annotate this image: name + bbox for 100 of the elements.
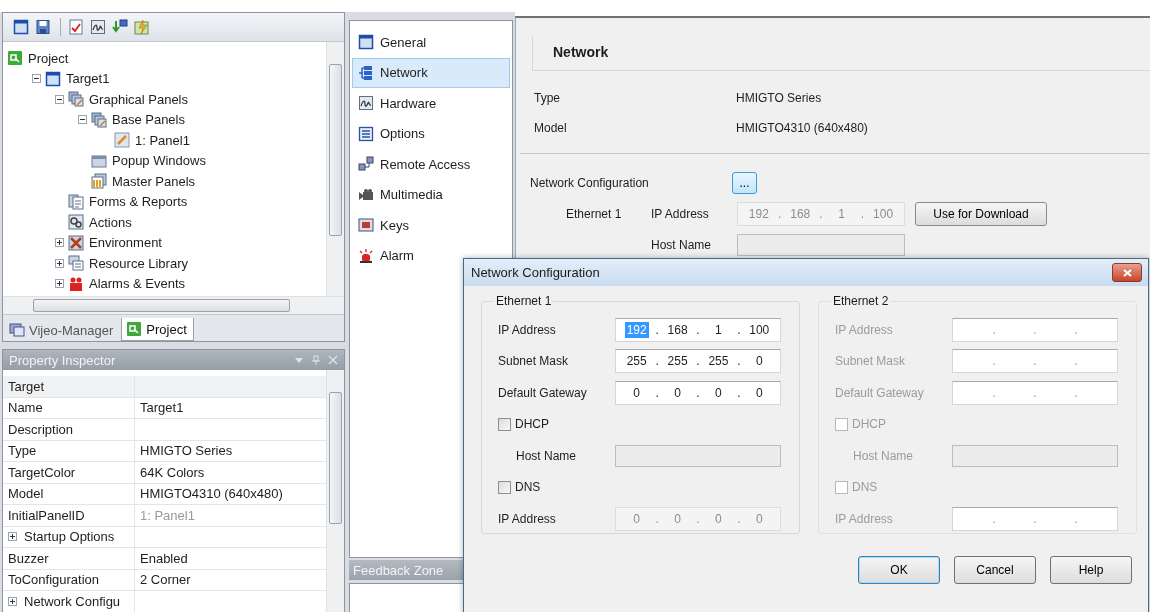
signature-icon[interactable]: [90, 19, 108, 35]
network-icon: [358, 64, 374, 81]
panel-icon: [114, 132, 130, 149]
field-label: Subnet Mask: [498, 354, 570, 369]
field-label: Model: [534, 121, 568, 135]
computer-icon: [9, 322, 25, 338]
property-name: Name: [3, 397, 135, 418]
tree-item[interactable]: Graphical Panels: [87, 91, 188, 107]
nav-item[interactable]: Multimedia: [352, 179, 510, 210]
property-group[interactable]: Startup Options: [23, 529, 115, 545]
expand-icon[interactable]: [54, 279, 64, 289]
field-label: Host Name: [651, 237, 713, 252]
nav-item[interactable]: Network: [352, 57, 510, 88]
scrollbar[interactable]: [326, 370, 344, 612]
group-title: Ethernet 2: [832, 294, 890, 308]
panel-title: Feedback Zone: [353, 562, 444, 578]
people-icon: [68, 275, 84, 292]
ip-address-field[interactable]: 255 . 255 . 255 . 0: [615, 349, 781, 374]
property-name: Buzzer: [3, 548, 135, 569]
property-value: 1: Panel1: [140, 507, 195, 523]
nav-item[interactable]: Remote Access: [352, 149, 510, 179]
checkbox[interactable]: [498, 480, 511, 494]
field-label: Network Configuration: [530, 176, 650, 190]
field-label: Host Name: [515, 448, 578, 463]
field-label: IP Address: [835, 322, 894, 337]
panels-icon: [91, 173, 107, 190]
field-label: Default Gateway: [835, 385, 925, 400]
tree-item[interactable]: Resource Library: [87, 255, 188, 271]
tree-item[interactable]: Target1: [64, 71, 110, 87]
property-name: InitialPanelID: [3, 505, 135, 526]
field-value: HMIGTO4310 (640x480): [736, 121, 868, 135]
tree-item[interactable]: Alarms & Events: [87, 276, 186, 292]
dialog-title: Network Configuration: [471, 265, 600, 280]
expand-icon[interactable]: [54, 238, 64, 248]
dialog-button[interactable]: Help: [1050, 556, 1132, 584]
page-title: Network: [553, 44, 609, 60]
checkbox-label[interactable]: DHCP: [515, 417, 549, 432]
nav-item[interactable]: Hardware: [352, 88, 510, 118]
collapse-icon[interactable]: [54, 94, 64, 104]
property-name: Type: [3, 440, 135, 461]
nav-item[interactable]: Options: [352, 118, 510, 149]
siren-icon: [358, 247, 374, 264]
ip-address-field[interactable]: 192 . 168 . 1 . 100: [615, 317, 781, 342]
category-label: Target: [3, 376, 135, 397]
nav-item[interactable]: Keys: [352, 210, 510, 240]
close-button[interactable]: [1112, 263, 1142, 282]
field-label: Subnet Mask: [835, 354, 907, 369]
panel-tab[interactable]: Vijeo-Manager: [5, 319, 120, 341]
expand-icon[interactable]: [8, 532, 17, 542]
window-icon[interactable]: [13, 19, 31, 35]
field-label: IP Address: [835, 511, 894, 526]
project-icon: [7, 50, 23, 67]
project-icon: [126, 321, 143, 337]
property-name: TargetColor: [3, 462, 135, 483]
expand-icon[interactable]: [8, 596, 17, 606]
download-button[interactable]: Use for Download: [915, 201, 1047, 226]
property-name: Description: [3, 419, 135, 440]
field-label: Default Gateway: [498, 385, 588, 400]
tree-item[interactable]: Environment: [87, 235, 162, 251]
windows-icon: [68, 255, 84, 272]
ip-address-field[interactable]: 0 . 0 . 0 . 0: [615, 380, 781, 405]
property-value: HMIGTO4310 (640x480): [140, 486, 283, 502]
collapse-icon[interactable]: [31, 74, 41, 84]
checkbox[interactable]: [498, 417, 511, 431]
browse-button[interactable]: ...: [732, 172, 757, 194]
checkbox-label[interactable]: DNS: [515, 480, 541, 495]
tree-item[interactable]: Forms & Reports: [87, 194, 188, 210]
field-label: Host Name: [852, 448, 915, 463]
tree-item[interactable]: Actions: [87, 214, 132, 230]
field-label: IP Address: [498, 511, 557, 526]
field-value: HMIGTO Series: [736, 91, 822, 105]
gears-icon: [68, 214, 84, 231]
tree-item[interactable]: 1: Panel1: [133, 132, 190, 148]
dialog-button[interactable]: OK: [858, 556, 940, 584]
dialog-button[interactable]: Cancel: [954, 556, 1036, 584]
scrollbar[interactable]: [3, 296, 344, 314]
panels-icon: [68, 91, 84, 108]
tree-item[interactable]: Popup Windows: [110, 153, 206, 169]
list-icon: [358, 125, 374, 142]
tree-item[interactable]: Master Panels: [110, 173, 196, 189]
nav-item[interactable]: General: [352, 27, 510, 57]
checklist-icon[interactable]: [68, 19, 86, 35]
download-icon[interactable]: [112, 19, 130, 35]
field-label: IP Address: [651, 206, 710, 221]
field-label: IP Address: [498, 322, 557, 337]
collapse-icon[interactable]: [77, 115, 87, 125]
property-group[interactable]: Network Configu: [23, 593, 121, 609]
key-icon: [358, 217, 374, 233]
save-icon[interactable]: [35, 19, 53, 35]
tree-item[interactable]: Base Panels: [110, 112, 185, 128]
panel-tab[interactable]: Project: [121, 318, 194, 341]
tree-item[interactable]: Project: [26, 50, 69, 66]
tools-icon: [68, 234, 84, 251]
field-label: Type: [534, 91, 561, 105]
scrollbar[interactable]: [326, 42, 344, 296]
window-icon: [91, 152, 107, 169]
window-icon: [45, 70, 61, 87]
property-value: 2 Corner: [140, 572, 191, 588]
property-value: HMIGTO Series: [140, 443, 233, 459]
expand-icon[interactable]: [54, 258, 64, 268]
